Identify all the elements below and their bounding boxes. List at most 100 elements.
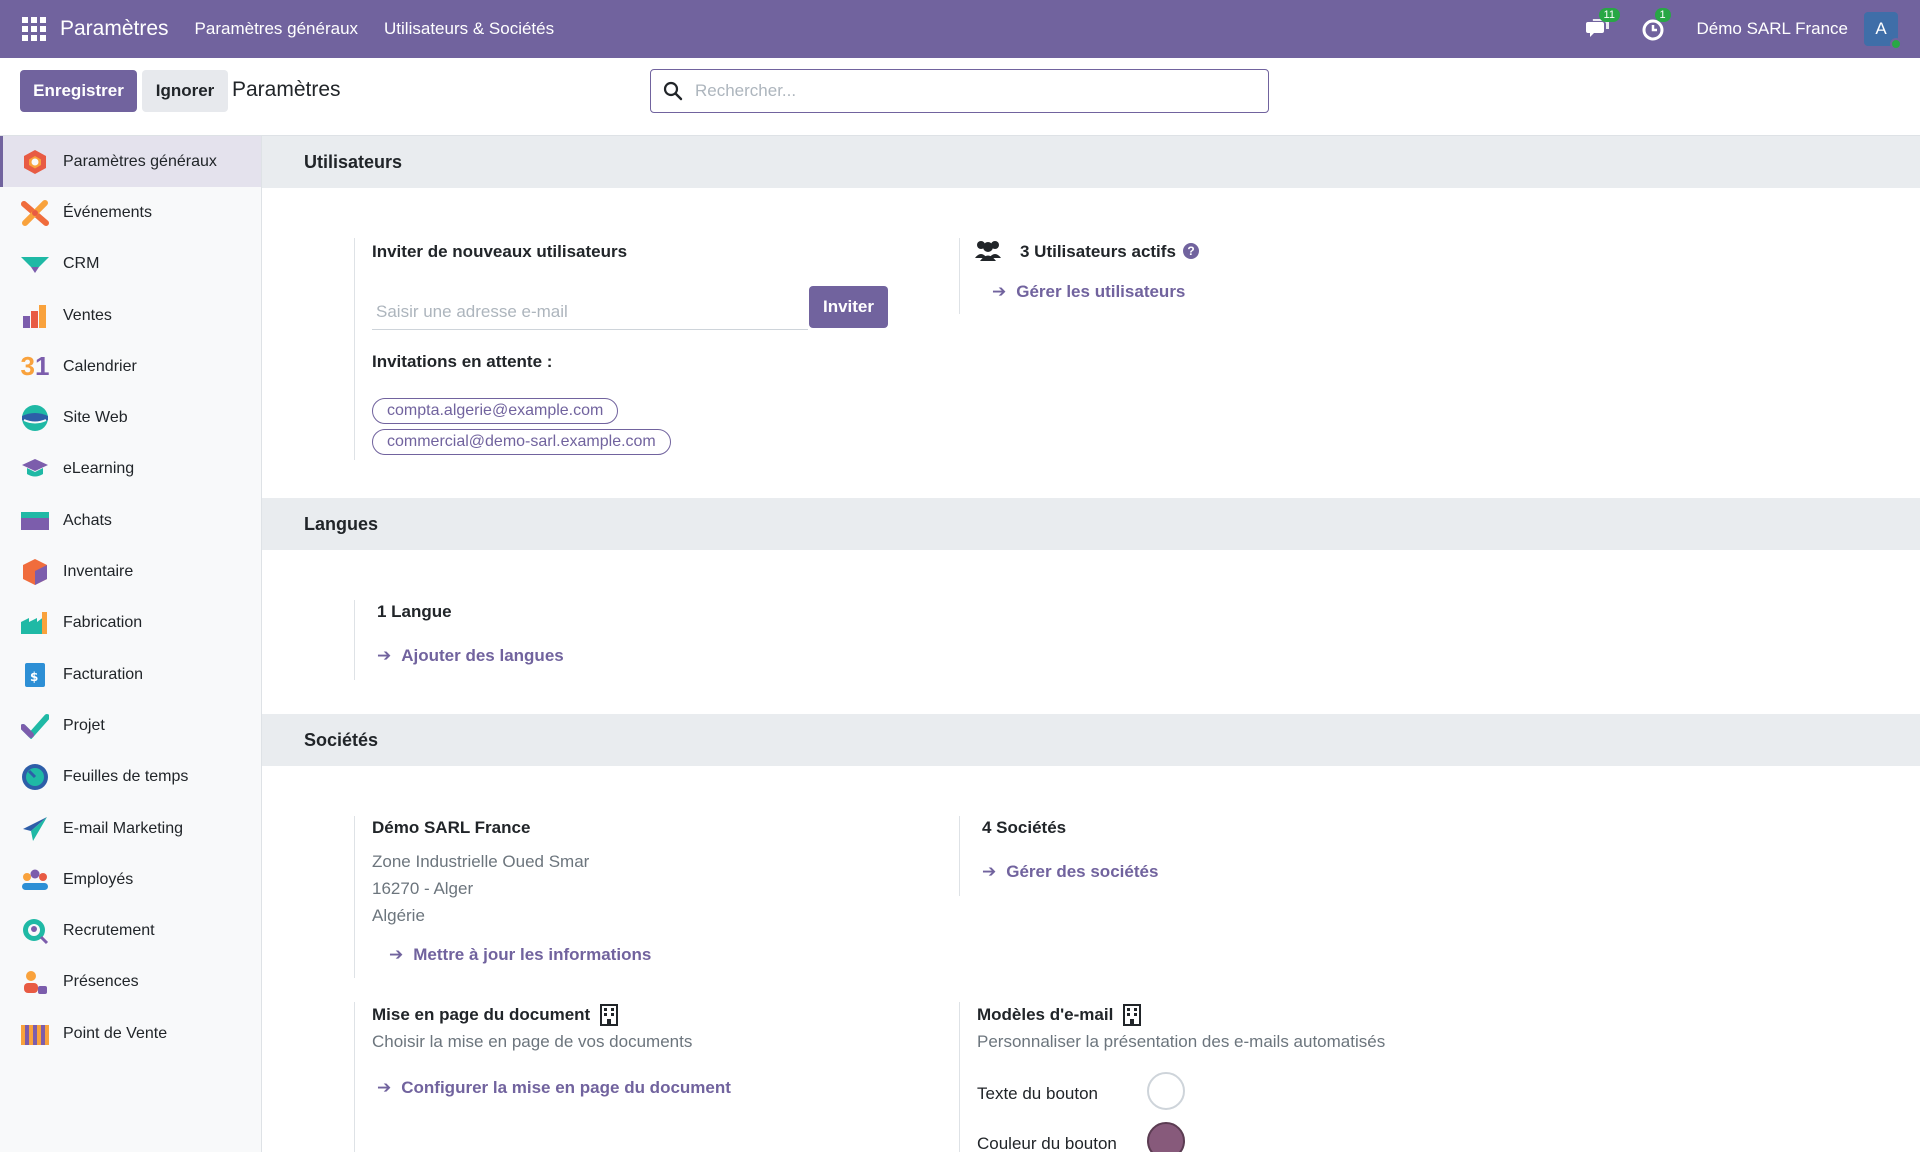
top-navbar: Paramètres Paramètres généraux Utilisate… xyxy=(0,0,1920,58)
sidebar-item-recruitment[interactable]: Recrutement xyxy=(0,905,261,956)
button-text-label: Texte du bouton xyxy=(977,1084,1098,1103)
invite-users-block: Inviter de nouveaux utilisateurs Inviter… xyxy=(354,238,888,460)
sidebar-item-calendar[interactable]: 31 Calendrier xyxy=(0,341,261,392)
activities-clock-icon[interactable]: 1 xyxy=(1641,8,1671,42)
manage-users-link[interactable]: ➔ Gérer les utilisateurs xyxy=(992,282,1185,302)
avatar-letter: A xyxy=(1875,19,1887,38)
document-layout-description: Choisir la mise en page de vos documents xyxy=(372,1032,693,1051)
project-app-icon xyxy=(20,711,50,741)
button-color-label: Couleur du bouton xyxy=(977,1134,1117,1152)
app-brand[interactable]: Paramètres xyxy=(60,17,169,41)
sidebar-item-label: Ventes xyxy=(63,306,112,324)
systray: 11 1 Démo SARL France A xyxy=(1585,0,1920,58)
button-color-picker[interactable] xyxy=(1147,1122,1185,1152)
language-count: 1 Langue xyxy=(377,602,452,621)
sidebar-item-project[interactable]: Projet xyxy=(0,700,261,751)
pos-app-icon xyxy=(20,1019,50,1049)
section-header-users: Utilisateurs xyxy=(262,136,1920,188)
svg-text:$: $ xyxy=(30,670,38,684)
apps-menu-icon[interactable] xyxy=(22,17,46,41)
pending-invitations-title: Invitations en attente : xyxy=(372,352,553,371)
sidebar-item-pos[interactable]: Point de Vente xyxy=(0,1008,261,1059)
companies-count: 4 Sociétés xyxy=(982,818,1067,837)
invite-email-input[interactable] xyxy=(372,294,808,330)
users-group-icon xyxy=(975,241,1001,261)
configure-document-layout-link[interactable]: ➔ Configurer la mise en page du document xyxy=(377,1078,731,1098)
company-switcher[interactable]: Démo SARL France xyxy=(1697,19,1848,39)
sidebar-item-label: Calendrier xyxy=(63,357,137,375)
section-header-companies: Sociétés xyxy=(262,714,1920,766)
invoicing-app-icon: $ xyxy=(20,660,50,690)
manufacturing-app-icon xyxy=(20,608,50,638)
arrow-right-icon: ➔ xyxy=(992,282,1007,301)
sidebar-item-events[interactable]: Événements xyxy=(0,187,261,238)
recruitment-app-icon xyxy=(20,916,50,946)
sidebar-item-general-settings[interactable]: Paramètres généraux xyxy=(0,136,261,188)
messages-icon[interactable]: 11 xyxy=(1585,8,1620,42)
sidebar-item-label: E-mail Marketing xyxy=(63,819,184,837)
email-templates-block: Modèles d'e-mail Personnaliser la présen… xyxy=(959,1002,1559,1152)
companies-count-block: 4 Sociétés ➔ Gérer des sociétés xyxy=(959,816,1359,896)
settings-main: Utilisateurs Inviter de nouveaux utilisa… xyxy=(262,136,1920,1152)
sidebar-item-elearning[interactable]: eLearning xyxy=(0,444,261,495)
settings-sidebar: Paramètres généraux Événements CRM Vente… xyxy=(0,136,262,1152)
update-company-info-label: Mettre à jour les informations xyxy=(413,945,652,964)
sidebar-item-label: eLearning xyxy=(63,460,135,478)
sidebar-item-label: Recrutement xyxy=(63,922,155,940)
sidebar-item-label: Paramètres généraux xyxy=(63,152,217,170)
sidebar-item-label: Projet xyxy=(63,716,105,734)
sidebar-item-label: Inventaire xyxy=(63,563,134,581)
pending-invitation-pill[interactable]: compta.algerie@example.com xyxy=(372,398,619,424)
sidebar-item-label: Employés xyxy=(63,870,134,888)
manage-users-label: Gérer les utilisateurs xyxy=(1016,282,1186,301)
timesheets-app-icon xyxy=(20,762,50,792)
sidebar-item-label: Feuilles de temps xyxy=(63,768,189,786)
sidebar-item-attendances[interactable]: Présences xyxy=(0,957,261,1008)
help-question-icon[interactable]: ? xyxy=(1183,243,1199,259)
search-icon xyxy=(663,81,683,101)
website-app-icon xyxy=(20,403,50,433)
invite-button[interactable]: Inviter xyxy=(809,286,888,328)
sidebar-item-email-marketing[interactable]: E-mail Marketing xyxy=(0,803,261,854)
control-panel: Enregistrer Ignorer Paramètres xyxy=(0,58,1920,136)
sidebar-item-website[interactable]: Site Web xyxy=(0,392,261,443)
search-input[interactable] xyxy=(695,81,1255,101)
button-text-color-picker[interactable] xyxy=(1147,1072,1185,1110)
manage-companies-link[interactable]: ➔ Gérer des sociétés xyxy=(982,862,1158,882)
sales-app-icon xyxy=(20,301,50,331)
manage-companies-label: Gérer des sociétés xyxy=(1006,862,1159,881)
add-languages-link[interactable]: ➔ Ajouter des langues xyxy=(377,646,564,666)
email-templates-title: Modèles d'e-mail xyxy=(977,1005,1114,1024)
arrow-right-icon: ➔ xyxy=(377,1078,392,1097)
sidebar-item-employees[interactable]: Employés xyxy=(0,854,261,905)
sidebar-item-label: Événements xyxy=(63,203,152,221)
search-box xyxy=(650,69,1269,113)
purchase-app-icon xyxy=(20,506,50,536)
email-templates-heading: Modèles d'e-mail xyxy=(977,1004,1142,1026)
configure-document-layout-label: Configurer la mise en page du document xyxy=(401,1078,731,1097)
attendances-app-icon xyxy=(20,967,50,997)
pending-invitation-pill[interactable]: commercial@demo-sarl.example.com xyxy=(372,429,671,455)
company-address-line1: Zone Industrielle Oued Smar xyxy=(372,852,590,871)
discard-button[interactable]: Ignorer xyxy=(142,70,228,112)
company-building-icon xyxy=(1123,1004,1142,1026)
sidebar-item-sales[interactable]: Ventes xyxy=(0,290,261,341)
user-avatar[interactable]: A xyxy=(1864,12,1902,50)
sidebar-item-invoicing[interactable]: $ Facturation xyxy=(0,649,261,700)
sidebar-item-manufacturing[interactable]: Fabrication xyxy=(0,598,261,649)
company-address-line2: 16270 - Alger xyxy=(372,879,474,898)
sidebar-item-purchase[interactable]: Achats xyxy=(0,495,261,546)
sidebar-item-label: Achats xyxy=(63,511,112,529)
sidebar-item-crm[interactable]: CRM xyxy=(0,239,261,290)
employees-app-icon xyxy=(20,865,50,895)
document-layout-block: Mise en page du document Choisir la mise… xyxy=(354,1002,914,1152)
update-company-info-link[interactable]: ➔ Mettre à jour les informations xyxy=(389,945,651,965)
calendar-app-icon: 31 xyxy=(20,351,50,382)
menu-general-settings[interactable]: Paramètres généraux xyxy=(195,19,358,39)
sidebar-item-inventory[interactable]: Inventaire xyxy=(0,546,261,597)
invite-users-title: Inviter de nouveaux utilisateurs xyxy=(372,242,628,261)
save-button[interactable]: Enregistrer xyxy=(20,70,137,112)
menu-users-companies[interactable]: Utilisateurs & Sociétés xyxy=(384,19,554,39)
sidebar-item-timesheets[interactable]: Feuilles de temps xyxy=(0,752,261,803)
elearning-app-icon xyxy=(20,454,50,484)
